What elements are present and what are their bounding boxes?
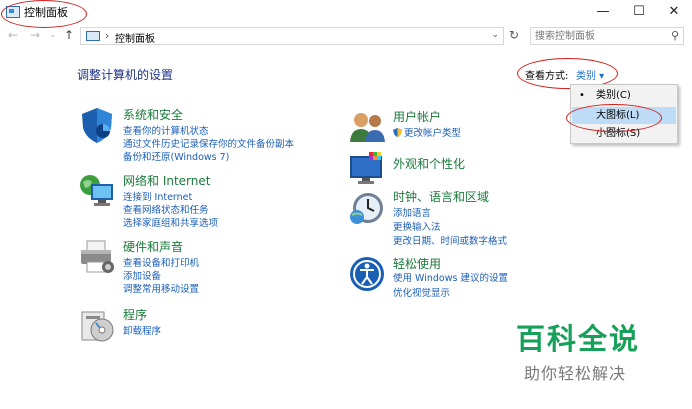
link-recommended-settings[interactable]: 使用 Windows 建议的设置 xyxy=(393,270,508,284)
shield-icon[interactable] xyxy=(78,106,116,144)
printer-icon[interactable] xyxy=(78,238,116,276)
link-homegroup[interactable]: 选择家庭组和共享选项 xyxy=(123,215,218,229)
category-title[interactable]: 用户帐户 xyxy=(393,108,441,125)
ease-of-access-icon[interactable] xyxy=(348,255,386,293)
category-title[interactable]: 外观和个性化 xyxy=(393,155,465,172)
link-change-input-method[interactable]: 更换输入法 xyxy=(393,219,441,233)
menu-item-label: 小图标(S) xyxy=(596,128,641,139)
uac-shield-icon xyxy=(393,128,402,137)
watermark-subtitle: 助你轻松解决 xyxy=(524,364,627,383)
window-title: 控制面板 xyxy=(24,6,68,19)
link-network-status[interactable]: 查看网络状态和任务 xyxy=(123,202,209,216)
link-label: 更改帐户类型 xyxy=(404,128,462,139)
forward-button[interactable]: → xyxy=(30,28,40,42)
link-file-history[interactable]: 通过文件历史记录保存你的文件备份副本 xyxy=(123,136,294,150)
breadcrumb-separator: › xyxy=(105,29,110,42)
search-icon[interactable]: ⚲ xyxy=(671,29,679,42)
link-date-time-format[interactable]: 更改日期、时间或数字格式 xyxy=(393,233,507,247)
menu-item-label: 大图标(L) xyxy=(596,110,640,121)
link-mobility-settings[interactable]: 调整常用移动设置 xyxy=(123,281,199,295)
category-title[interactable]: 时钟、语言和区域 xyxy=(393,188,489,205)
view-by-label: 查看方式: xyxy=(525,71,569,82)
link-check-status[interactable]: 查看你的计算机状态 xyxy=(123,123,209,137)
category-title[interactable]: 硬件和声音 xyxy=(123,238,183,255)
link-devices-printers[interactable]: 查看设备和打印机 xyxy=(123,255,199,269)
maximize-button[interactable]: ☐ xyxy=(621,0,657,24)
view-by-menu: • 类别(C) 大图标(L) 小图标(S) xyxy=(570,84,678,144)
menu-item-label: 类别(C) xyxy=(596,90,631,101)
control-panel-small-icon xyxy=(86,31,100,41)
clock-icon[interactable] xyxy=(348,188,386,226)
menu-item-small-icons[interactable]: 小图标(S) xyxy=(572,125,676,142)
back-button[interactable]: ← xyxy=(8,28,18,42)
link-optimize-display[interactable]: 优化视觉显示 xyxy=(393,285,450,299)
title-bar: 控制面板 — ☐ ✕ xyxy=(0,0,692,24)
menu-item-category[interactable]: • 类别(C) xyxy=(572,87,676,104)
link-uninstall-program[interactable]: 卸载程序 xyxy=(123,323,161,337)
page-title: 调整计算机的设置 xyxy=(77,68,174,82)
users-icon[interactable] xyxy=(348,108,386,146)
link-change-account-type[interactable]: 更改帐户类型 xyxy=(393,125,461,139)
link-connect-internet[interactable]: 连接到 Internet xyxy=(123,189,192,203)
refresh-button[interactable]: ↻ xyxy=(506,28,522,44)
category-title[interactable]: 网络和 Internet xyxy=(123,172,210,189)
category-title[interactable]: 程序 xyxy=(123,306,147,323)
address-bar: ← → ⌄ ↑ › 控制面板 ⌄ ↻ ⚲ xyxy=(0,25,692,47)
watermark: 百科全说 助你轻松解决 xyxy=(516,316,646,384)
link-backup-restore[interactable]: 备份和还原(Windows 7) xyxy=(123,149,229,163)
network-icon[interactable] xyxy=(78,172,116,210)
selected-bullet-icon: • xyxy=(579,90,585,101)
control-panel-icon xyxy=(6,6,20,18)
link-add-device[interactable]: 添加设备 xyxy=(123,268,161,282)
watermark-title: 百科全说 xyxy=(516,322,641,356)
close-button[interactable]: ✕ xyxy=(656,0,692,24)
menu-item-large-icons[interactable]: 大图标(L) xyxy=(572,107,676,124)
breadcrumb[interactable]: 控制面板 xyxy=(115,30,155,45)
link-add-language[interactable]: 添加语言 xyxy=(393,205,431,219)
recent-locations-icon[interactable]: ⌄ xyxy=(49,30,57,40)
search-box[interactable]: ⚲ xyxy=(530,27,684,45)
appearance-icon[interactable] xyxy=(348,150,386,188)
category-title[interactable]: 系统和安全 xyxy=(123,106,183,123)
search-input[interactable] xyxy=(535,30,660,43)
view-by-dropdown[interactable]: 类别 ▾ xyxy=(576,67,604,82)
minimize-button[interactable]: — xyxy=(585,0,621,24)
address-field[interactable]: › 控制面板 ⌄ xyxy=(80,27,504,45)
up-button[interactable]: ↑ xyxy=(64,28,74,42)
programs-icon[interactable] xyxy=(78,306,116,344)
chevron-down-icon[interactable]: ⌄ xyxy=(491,30,499,40)
